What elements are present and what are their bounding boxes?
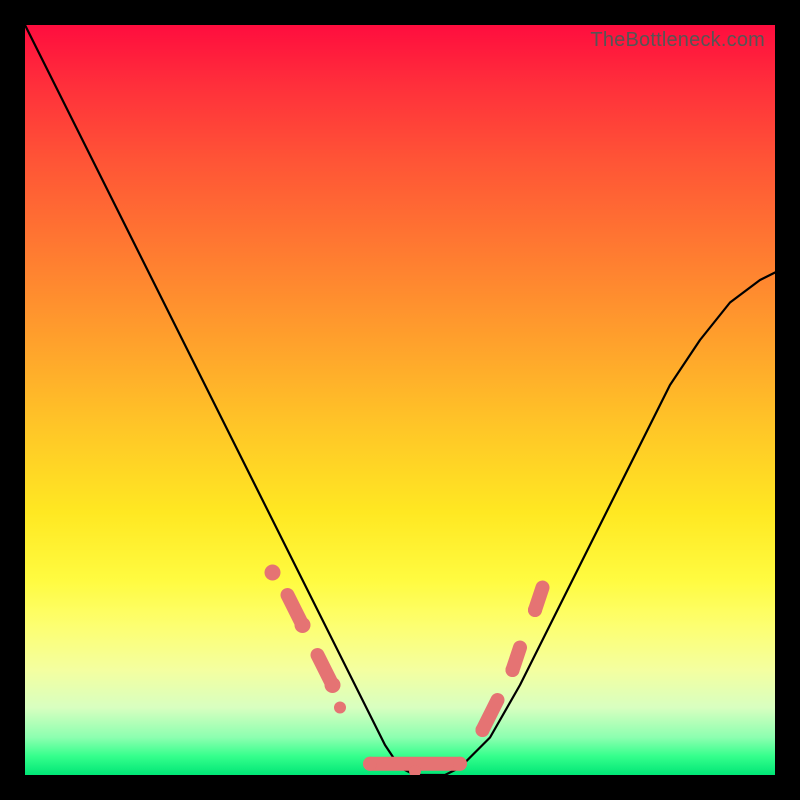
marker-pill <box>318 655 333 685</box>
marker-dot <box>453 757 467 771</box>
plot-area: TheBottleneck.com <box>25 25 775 775</box>
curve-overlay <box>25 25 775 775</box>
marker-pill <box>513 648 521 671</box>
marker-dot <box>363 757 377 771</box>
chart-frame: TheBottleneck.com <box>0 0 800 800</box>
marker-pill <box>483 700 498 730</box>
marker-dot <box>334 702 346 714</box>
curve-markers <box>265 565 549 776</box>
marker-pill <box>535 588 543 611</box>
marker-dot <box>265 565 281 581</box>
bottleneck-curve <box>25 25 775 775</box>
marker-pill <box>288 595 303 625</box>
watermark: TheBottleneck.com <box>590 29 765 52</box>
